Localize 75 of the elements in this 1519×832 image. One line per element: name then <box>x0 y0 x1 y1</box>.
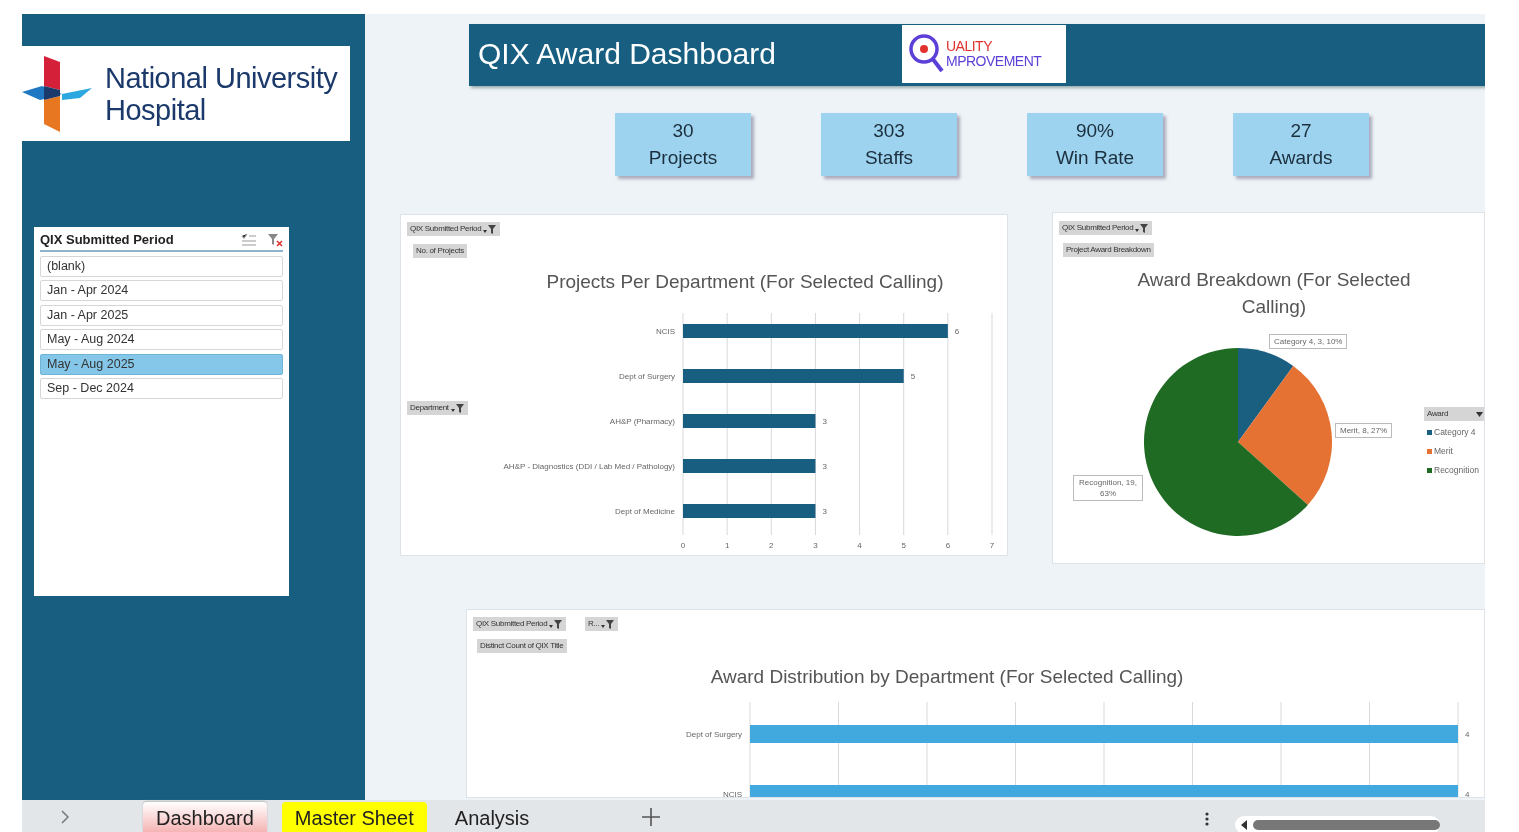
category-label: Dept of Medicine <box>614 507 675 516</box>
data-label: 3 <box>822 462 827 471</box>
data-label: 3 <box>822 507 827 516</box>
clear-filter-icon[interactable] <box>267 233 283 247</box>
slicer-item[interactable]: Sep - Dec 2024 <box>40 378 283 399</box>
sheet-tab[interactable]: Analysis <box>441 802 543 832</box>
axis-label: 1 <box>724 541 730 550</box>
slicer-item[interactable]: May - Aug 2025 <box>40 353 283 375</box>
category-label: NCIS <box>722 790 742 797</box>
sheet-tab[interactable]: Master Sheet <box>281 802 427 832</box>
data-label: Merit, 8, 27% <box>1335 423 1393 438</box>
legend-label: Category 4 <box>1434 426 1476 439</box>
chart-title: Award Distribution by Department (For Selected Calling) <box>709 665 1185 689</box>
kpi-label: Awards <box>1268 146 1334 170</box>
field-button[interactable]: Project Award Breakdown <box>1063 243 1154 257</box>
logo-text: Hospital <box>105 93 207 126</box>
slicer-item[interactable]: Jan - Apr 2025 <box>40 304 283 326</box>
field-button[interactable]: QIX Submitted Period <box>1059 221 1153 235</box>
axis-label: 2 <box>769 541 774 550</box>
filter-dropdown-icon[interactable] <box>601 619 616 629</box>
chevron-right-icon[interactable] <box>60 810 70 824</box>
multi-select-icon[interactable] <box>241 233 257 247</box>
axis-label: 0 <box>680 541 686 550</box>
filter-dropdown-icon[interactable] <box>483 224 498 234</box>
legend-dropdown[interactable]: Award <box>1424 407 1484 421</box>
badge-text: MPROVEMENT <box>946 54 1042 69</box>
legend-label: Recognition <box>1434 464 1479 477</box>
slicer-item[interactable]: Jan - Apr 2024 <box>40 280 283 301</box>
axis-label: 6 <box>945 541 951 550</box>
horizontal-scrollbar[interactable] <box>1235 814 1441 832</box>
kpi-value: 27 <box>1289 119 1313 143</box>
category-label: Dept of Surgery <box>618 372 675 381</box>
data-label: Category 4, 3, 10% <box>1269 334 1348 349</box>
field-button[interactable]: QIX Submitted Period <box>473 617 567 631</box>
data-label: 5 <box>910 372 916 381</box>
caret-icon <box>1476 411 1483 417</box>
filter-dropdown-icon[interactable] <box>1135 223 1150 233</box>
data-label: Recognition, 19, 63% <box>1073 475 1143 501</box>
chart-title: Award Breakdown (For Selected Calling) <box>1136 268 1412 319</box>
more-options-icon[interactable] <box>1205 812 1210 826</box>
kpi-value: 303 <box>872 119 906 143</box>
slicer-title: QIX Submitted Period <box>40 231 175 250</box>
category-label: NCIS <box>655 327 675 336</box>
axis-label: 4 <box>857 541 862 550</box>
category-label: AH&P (Pharmacy) <box>609 417 675 426</box>
plus-icon[interactable] <box>642 808 661 826</box>
logo-text: National University <box>105 61 338 94</box>
data-label: 3 <box>822 417 827 426</box>
field-button[interactable]: QIX Submitted Period <box>407 222 501 236</box>
slicer-item[interactable]: May - Aug 2024 <box>40 329 283 350</box>
axis-label: 7 <box>989 541 995 550</box>
field-button[interactable]: Distinct Count of QIX Title <box>477 639 567 653</box>
data-label: 4 <box>1465 730 1470 739</box>
category-label: Dept of Surgery <box>685 730 742 739</box>
kpi-label: Staffs <box>863 146 915 170</box>
field-button[interactable]: No. of Projects <box>413 244 467 258</box>
field-button[interactable]: R... <box>585 617 619 631</box>
category-label: AH&P - Diagnostics (DDI / Lab Med / Pathology) <box>503 462 675 471</box>
slicer-item[interactable]: (blank) <box>40 255 283 277</box>
kpi-value: 90% <box>1075 119 1115 143</box>
axis-label: 5 <box>901 541 906 550</box>
filter-dropdown-icon[interactable] <box>549 619 564 629</box>
kpi-value: 30 <box>671 119 695 143</box>
kpi-label: Win Rate <box>1054 146 1136 170</box>
chart-title: Projects Per Department (For Selected Calling) <box>545 270 945 294</box>
dashboard-title: QIX Award Dashboard <box>477 36 777 72</box>
field-button[interactable]: Department <box>407 401 468 415</box>
sheet-tab[interactable]: Dashboard <box>143 802 267 832</box>
kpi-label: Projects <box>647 146 719 170</box>
legend-label: Merit <box>1434 445 1453 458</box>
data-label: 6 <box>954 327 960 336</box>
axis-label: 3 <box>813 541 818 550</box>
badge-text: UALITY <box>946 39 993 54</box>
data-label: 4 <box>1465 790 1470 797</box>
filter-dropdown-icon[interactable] <box>450 403 465 413</box>
